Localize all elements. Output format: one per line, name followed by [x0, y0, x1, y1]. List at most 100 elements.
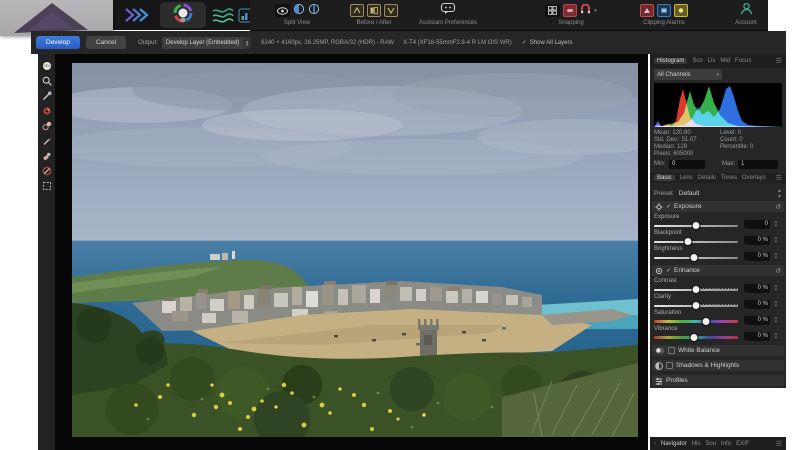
channel-select[interactable]: All Channels ▾ [654, 69, 722, 80]
tab-exif[interactable]: EXIF [736, 441, 749, 447]
highlight-clip-icon[interactable] [657, 4, 671, 17]
gamut-clip-icon[interactable] [674, 4, 688, 17]
white-balance-title: White Balance [678, 347, 720, 354]
tab-histogram[interactable]: Histogram [654, 58, 687, 64]
slider-knob[interactable] [683, 237, 692, 246]
show-all-layers-checkbox[interactable]: ✓ [522, 39, 527, 46]
tab-focus[interactable]: Focus [735, 58, 751, 64]
slider-value[interactable]: 0 % [744, 316, 770, 325]
slider-knob[interactable] [690, 253, 699, 262]
slider-knob[interactable] [692, 301, 701, 310]
develop-button[interactable]: Develop [36, 36, 80, 49]
mirror-view-icon[interactable] [308, 2, 320, 20]
tab-lens[interactable]: Lens [680, 175, 693, 181]
stepper-icon[interactable]: ▲▼ [774, 220, 778, 228]
cancel-button[interactable]: Cancel [86, 36, 126, 49]
panel-menu-icon[interactable]: ☰ [776, 57, 782, 65]
slider-knob[interactable] [702, 317, 711, 326]
output-label: Output: [138, 40, 158, 46]
slider-value[interactable]: 0 % [744, 300, 770, 309]
adjust-panel-menu-icon[interactable]: ☰ [776, 174, 782, 182]
view-hand-tool[interactable] [41, 60, 52, 71]
white-balance-section-header[interactable]: White Balance [652, 345, 784, 356]
slider-value[interactable]: 0 [744, 220, 770, 229]
affinity-develop-window: Split View Before / After Assistant Pref… [0, 0, 800, 450]
stepper-icon[interactable]: ▲▼ [774, 332, 778, 340]
slider-knob[interactable] [692, 285, 701, 294]
snapping-dropdown-caret[interactable]: ▾ [594, 8, 597, 14]
tone-mapping-persona-icon[interactable] [212, 7, 234, 28]
liquify-persona-icon[interactable] [124, 6, 150, 29]
slider-value[interactable]: 0 % [744, 252, 770, 261]
red-eye-removal-tool[interactable] [41, 105, 52, 116]
stepper-icon[interactable]: ▲▼ [774, 252, 778, 260]
sampler-tool[interactable] [41, 180, 52, 191]
tab-mid[interactable]: Mid [720, 58, 730, 64]
slider-value[interactable]: 0 % [744, 236, 770, 245]
bottom-panel-tabs: ‹ Navigator His Sou Info EXIF ☰ [650, 437, 786, 450]
preset-stepper-icon[interactable]: ▲▼ [777, 188, 782, 200]
enhance-checkbox[interactable]: ✓ [666, 267, 671, 274]
after-icon[interactable] [384, 4, 398, 17]
assistant-icon[interactable] [440, 2, 456, 20]
reset-icon[interactable]: ↺ [775, 267, 781, 275]
shadow-clip-icon[interactable] [640, 4, 654, 17]
single-view-icon[interactable] [275, 4, 290, 17]
overlay-erase-tool[interactable] [41, 150, 52, 161]
shadows-highlights-section-header[interactable]: Shadows & Highlights [652, 360, 784, 371]
tab-history[interactable]: His [692, 441, 701, 447]
slider-knob[interactable] [692, 221, 701, 230]
profiles-section-header[interactable]: Profiles [652, 375, 784, 386]
persona-toolbar [0, 0, 250, 30]
stepper-icon[interactable]: ▲▼ [774, 236, 778, 244]
snapping-group: ▾ Snapping [538, 3, 604, 26]
photo-st-ives[interactable] [72, 63, 638, 437]
tab-sources[interactable]: Sou [705, 441, 716, 447]
overlay-gradient-tool[interactable] [41, 165, 52, 176]
stepper-icon[interactable]: ▲▼ [774, 300, 778, 308]
output-select-stepper[interactable]: ▲▼ [243, 37, 251, 49]
tab-tones[interactable]: Tones [721, 175, 737, 181]
tab-info[interactable]: Info [721, 441, 731, 447]
blemish-removal-tool[interactable] [41, 120, 52, 131]
split-before-after-icon[interactable] [367, 4, 381, 17]
tab-details[interactable]: Details [698, 175, 716, 181]
white-balance-tool[interactable] [41, 90, 52, 101]
tab-basic[interactable]: Basic [654, 175, 675, 181]
account-icon[interactable] [740, 2, 753, 20]
shadows-highlights-checkbox[interactable] [666, 362, 673, 369]
before-icon[interactable] [350, 4, 364, 17]
slider-value[interactable]: 0 % [744, 284, 770, 293]
gear-icon [655, 203, 663, 211]
tab-list[interactable]: Lis [708, 58, 716, 64]
snap-toggle-icon[interactable] [563, 4, 577, 17]
vibrance-slider: Vibrance 0 % ▲▼ [652, 326, 784, 342]
tab-overlays[interactable]: Overlays [742, 175, 766, 181]
max-input[interactable]: 1 [738, 160, 778, 169]
output-select[interactable]: Develop Layer (Embedded) [162, 37, 243, 49]
reset-icon[interactable]: ↺ [775, 203, 781, 211]
develop-persona-icon[interactable] [160, 2, 206, 28]
zoom-tool[interactable] [41, 75, 52, 86]
white-balance-checkbox[interactable] [668, 347, 675, 354]
show-all-layers-label[interactable]: Show All Layers [530, 40, 573, 46]
blackpoint-slider: Blackpoint 0 % ▲▼ [652, 230, 784, 246]
slider-knob[interactable] [690, 333, 699, 342]
snap-grid-icon[interactable] [545, 4, 560, 17]
bottom-panel-menu-icon[interactable]: ☰ [776, 440, 782, 448]
tab-navigator[interactable]: Navigator [661, 441, 687, 447]
exposure-checkbox[interactable]: ✓ [666, 203, 671, 210]
snap-magnet-icon[interactable] [580, 2, 591, 20]
enhance-section-header[interactable]: ✓ Enhance ↺ [652, 265, 784, 276]
stepper-icon[interactable]: ▲▼ [774, 284, 778, 292]
overlay-paint-tool[interactable] [41, 135, 52, 146]
preset-select[interactable]: Default [679, 190, 700, 197]
split-view-icon[interactable] [293, 2, 305, 20]
tab-scope[interactable]: Sco [692, 58, 702, 64]
stepper-icon[interactable]: ▲▼ [774, 316, 778, 324]
collapse-chevron-icon[interactable]: ‹ [654, 441, 656, 447]
assistant-group: Assistant Preferences [408, 3, 488, 26]
slider-value[interactable]: 0 % [744, 332, 770, 341]
min-input[interactable]: 0 [669, 160, 705, 169]
exposure-section-header[interactable]: ✓ Exposure ↺ [652, 201, 784, 212]
